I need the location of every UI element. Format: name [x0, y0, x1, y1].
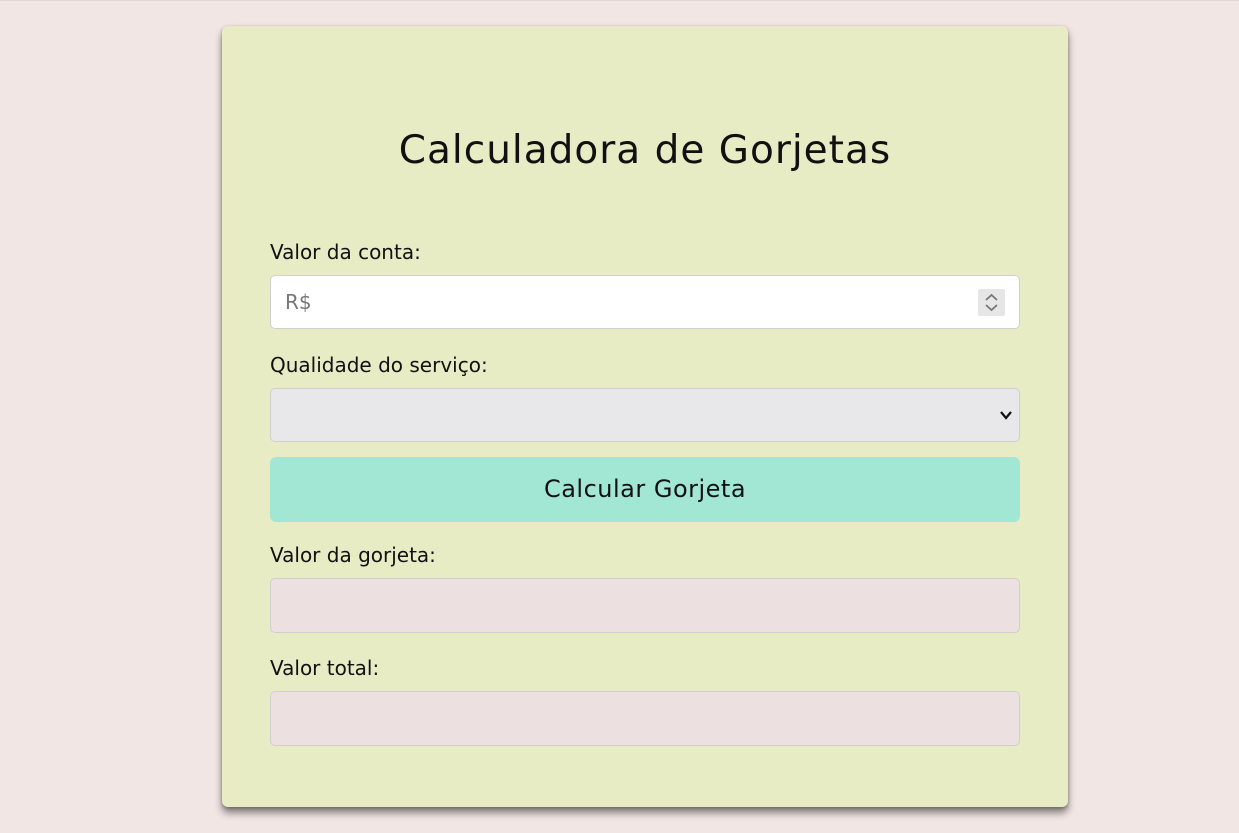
quality-select[interactable] [270, 388, 1020, 442]
bill-label: Valor da conta: [270, 240, 421, 264]
stepper-arrows-icon[interactable] [978, 289, 1005, 316]
tip-calculator-card: Calculadora de Gorjetas Valor da conta: … [222, 26, 1068, 807]
total-label: Valor total: [270, 656, 380, 680]
quality-label: Qualidade do serviço: [270, 353, 488, 377]
tip-label: Valor da gorjeta: [270, 543, 436, 567]
tip-output [270, 578, 1020, 633]
chevron-down-icon [1000, 411, 1012, 420]
bill-placeholder: R$ [285, 290, 312, 314]
bill-input[interactable]: R$ [270, 275, 1020, 329]
total-output [270, 691, 1020, 746]
calculate-tip-button[interactable]: Calcular Gorjeta [270, 457, 1020, 522]
page-title: Calculadora de Gorjetas [398, 128, 892, 173]
